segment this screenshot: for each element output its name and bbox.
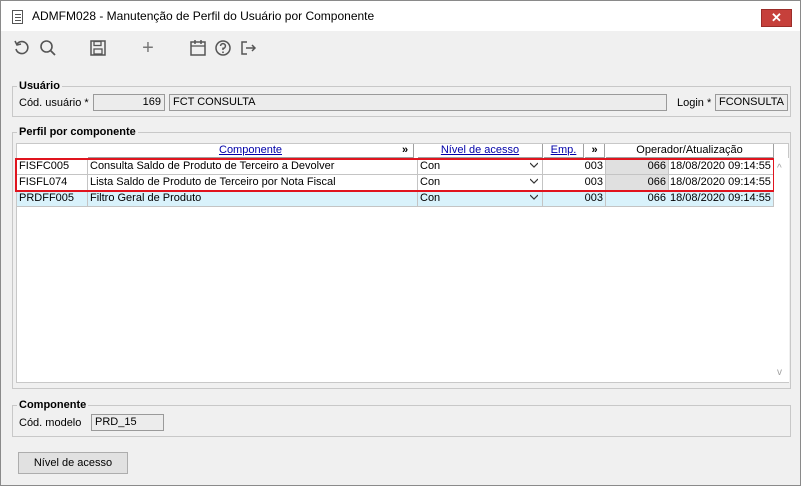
expand-operator-button[interactable]: » xyxy=(585,144,605,158)
col-header-nivel[interactable]: Nível de acesso xyxy=(418,144,543,158)
cod-modelo-label: Cód. modelo xyxy=(19,417,82,429)
add-icon[interactable]: + xyxy=(138,38,158,58)
vertical-scrollbar[interactable]: ^ v xyxy=(774,158,789,382)
calendar-icon[interactable] xyxy=(188,38,208,58)
title-bar: ADMFM028 - Manutenção de Perfil do Usuár… xyxy=(1,1,800,31)
refresh-icon[interactable] xyxy=(12,38,32,58)
close-button[interactable]: ✕ xyxy=(761,9,792,27)
search-icon[interactable] xyxy=(38,38,58,58)
help-icon[interactable] xyxy=(213,38,233,58)
toolbar: + xyxy=(1,32,800,66)
highlight-box xyxy=(15,158,775,192)
window-title: ADMFM028 - Manutenção de Perfil do Usuár… xyxy=(32,9,375,23)
scroll-up-icon[interactable]: ^ xyxy=(777,164,782,174)
cod-usuario-field[interactable]: 169 xyxy=(93,94,165,111)
col-header-operador[interactable]: Operador/Atualização xyxy=(606,144,774,158)
perfil-legend: Perfil por componente xyxy=(19,126,136,138)
row-description: Filtro Geral de Produto xyxy=(88,191,418,207)
expand-component-button[interactable]: » xyxy=(397,144,414,158)
save-icon[interactable] xyxy=(88,38,108,58)
row-code: PRDFF005 xyxy=(17,191,88,207)
nivel-acesso-button[interactable]: Nível de acesso xyxy=(18,452,128,474)
usuario-name-field[interactable]: FCT CONSULTA xyxy=(169,94,667,111)
cod-usuario-label: Cód. usuário * xyxy=(19,97,89,109)
table-row-selected[interactable]: PRDFF005 Filtro Geral de Produto Con 003… xyxy=(17,191,774,207)
row-emp: 003 xyxy=(543,191,606,207)
componente-legend: Componente xyxy=(19,399,87,411)
chevron-down-icon xyxy=(530,194,538,200)
usuario-legend: Usuário xyxy=(19,80,60,92)
document-icon xyxy=(12,10,23,24)
row-atualizacao: 18/08/2020 09:14:55 xyxy=(668,191,774,207)
nivel-value: Con xyxy=(420,192,441,204)
row-operador: 066 xyxy=(606,191,669,207)
col-header-componente[interactable]: Componente xyxy=(88,144,414,158)
cod-modelo-field[interactable]: PRD_15 xyxy=(91,414,164,431)
login-field[interactable]: FCONSULTA xyxy=(715,94,788,111)
nivel-select[interactable]: Con xyxy=(418,191,543,207)
exit-icon[interactable] xyxy=(238,38,258,58)
main-window: ADMFM028 - Manutenção de Perfil do Usuár… xyxy=(0,0,801,486)
perfil-grid: Componente » Nível de acesso Emp. » Oper… xyxy=(15,143,789,383)
login-label: Login * xyxy=(677,97,712,109)
scroll-down-icon[interactable]: v xyxy=(777,368,782,378)
col-header-emp[interactable]: Emp. xyxy=(544,144,584,158)
